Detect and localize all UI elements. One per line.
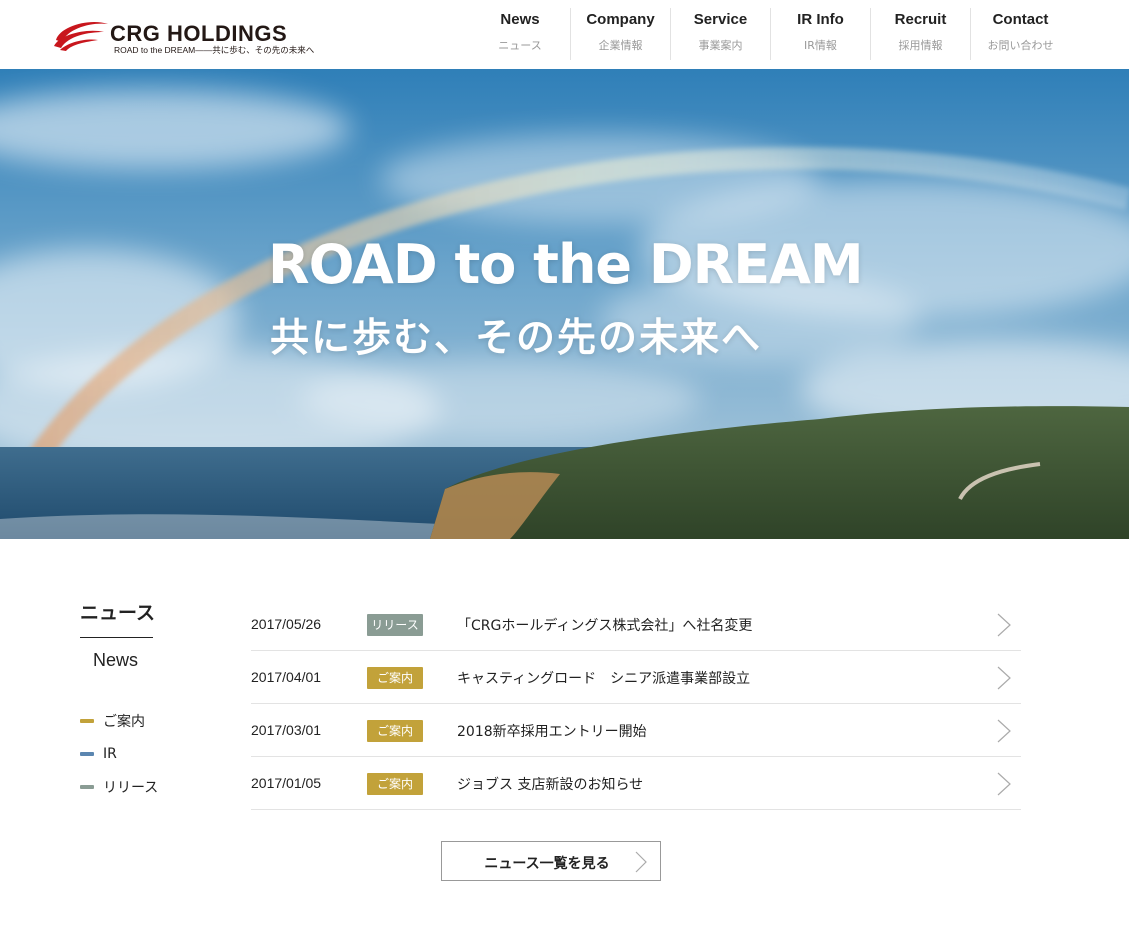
news-list: 2017/05/26 リリース 「CRGホールディングス株式会社」へ社名変更 2… xyxy=(251,598,1021,810)
news-title: キャスティングロード シニア派遣事業部設立 xyxy=(457,671,751,687)
hero-landscape-image xyxy=(0,69,1129,539)
category-label: リリース xyxy=(103,779,159,796)
news-item[interactable]: 2017/03/01 ご案内 2018新卒採用エントリー開始 xyxy=(251,704,1021,757)
category-color-marker xyxy=(80,784,94,789)
category-label: ご案内 xyxy=(103,713,145,730)
nav-item-company[interactable]: Company 企業情報 xyxy=(570,8,670,60)
view-all-news-label: ニュース一覧を見る xyxy=(484,856,610,872)
nav-label-en: Recruit xyxy=(894,11,947,28)
nav-label-en: IR Info xyxy=(797,11,844,28)
nav-label-ja: ニュース xyxy=(498,39,542,52)
nav-label-en: Company xyxy=(586,11,655,28)
nav-label-ja: 採用情報 xyxy=(898,39,943,52)
news-heading-ja: ニュース xyxy=(80,602,156,624)
news-date: 2017/03/01 xyxy=(251,722,322,738)
hero-title: ROAD to the DREAM xyxy=(268,233,864,296)
nav-label-en: Service xyxy=(693,11,748,28)
chevron-right-icon xyxy=(997,613,1011,637)
site-header: CRG HOLDINGS ROAD to the DREAM——共に歩む、その先… xyxy=(0,0,1129,69)
chevron-right-icon xyxy=(635,851,647,873)
news-category-badge: ご案内 xyxy=(367,720,423,742)
news-date: 2017/04/01 xyxy=(251,669,322,685)
nav-label-en: News xyxy=(500,11,540,28)
brand-tagline: ROAD to the DREAM——共に歩む、その先の未来へ xyxy=(114,45,315,55)
news-item[interactable]: 2017/01/05 ご案内 ジョブス 支店新設のお知らせ xyxy=(251,757,1021,810)
news-heading-en: News xyxy=(93,650,139,670)
category-color-marker xyxy=(80,718,94,723)
category-filter-item[interactable]: IR xyxy=(80,737,158,770)
nav-label-ja: 企業情報 xyxy=(598,39,643,52)
news-item[interactable]: 2017/04/01 ご案内 キャスティングロード シニア派遣事業部設立 xyxy=(251,651,1021,704)
chevron-right-icon xyxy=(997,666,1011,690)
global-nav: News ニュース Company 企業情報 Service 事業案内 IR I… xyxy=(470,8,1070,60)
news-section-heading: ニュース News xyxy=(80,598,220,671)
news-title: 2018新卒採用エントリー開始 xyxy=(457,724,647,740)
news-category-filter: ご案内 IR リリース xyxy=(80,704,158,803)
nav-label-ja: お問い合わせ xyxy=(987,39,1054,52)
news-date: 2017/01/05 xyxy=(251,775,322,791)
nav-label-en: Contact xyxy=(992,11,1049,28)
view-all-news-button[interactable]: ニュース一覧を見る xyxy=(441,841,661,881)
category-filter-item[interactable]: リリース xyxy=(80,770,158,803)
category-color-marker xyxy=(80,751,94,756)
heading-divider xyxy=(80,637,153,638)
nav-item-recruit[interactable]: Recruit 採用情報 xyxy=(870,8,970,60)
hero-banner: ROAD to the DREAM 共に歩む、その先の未来へ xyxy=(0,69,1129,539)
news-title: 「CRGホールディングス株式会社」へ社名変更 xyxy=(457,618,753,634)
swoosh-logo-icon xyxy=(54,21,108,51)
news-category-badge: ご案内 xyxy=(367,773,423,795)
category-label: IR xyxy=(103,745,117,762)
news-category-badge: リリース xyxy=(367,614,423,636)
nav-item-contact[interactable]: Contact お問い合わせ xyxy=(970,8,1070,60)
news-category-badge: ご案内 xyxy=(367,667,423,689)
chevron-right-icon xyxy=(997,772,1011,796)
category-filter-item[interactable]: ご案内 xyxy=(80,704,158,737)
nav-label-ja: IR情報 xyxy=(804,39,837,52)
news-item[interactable]: 2017/05/26 リリース 「CRGホールディングス株式会社」へ社名変更 xyxy=(251,598,1021,651)
chevron-right-icon xyxy=(997,719,1011,743)
nav-item-news[interactable]: News ニュース xyxy=(470,8,570,60)
nav-item-service[interactable]: Service 事業案内 xyxy=(670,8,770,60)
hero-subtitle: 共に歩む、その先の未来へ xyxy=(270,316,763,361)
news-title: ジョブス 支店新設のお知らせ xyxy=(457,777,644,793)
news-date: 2017/05/26 xyxy=(251,616,322,632)
nav-item-ir-info[interactable]: IR Info IR情報 xyxy=(770,8,870,60)
brand-logo[interactable]: CRG HOLDINGS ROAD to the DREAM——共に歩む、その先… xyxy=(52,16,314,56)
nav-label-ja: 事業案内 xyxy=(698,39,743,52)
